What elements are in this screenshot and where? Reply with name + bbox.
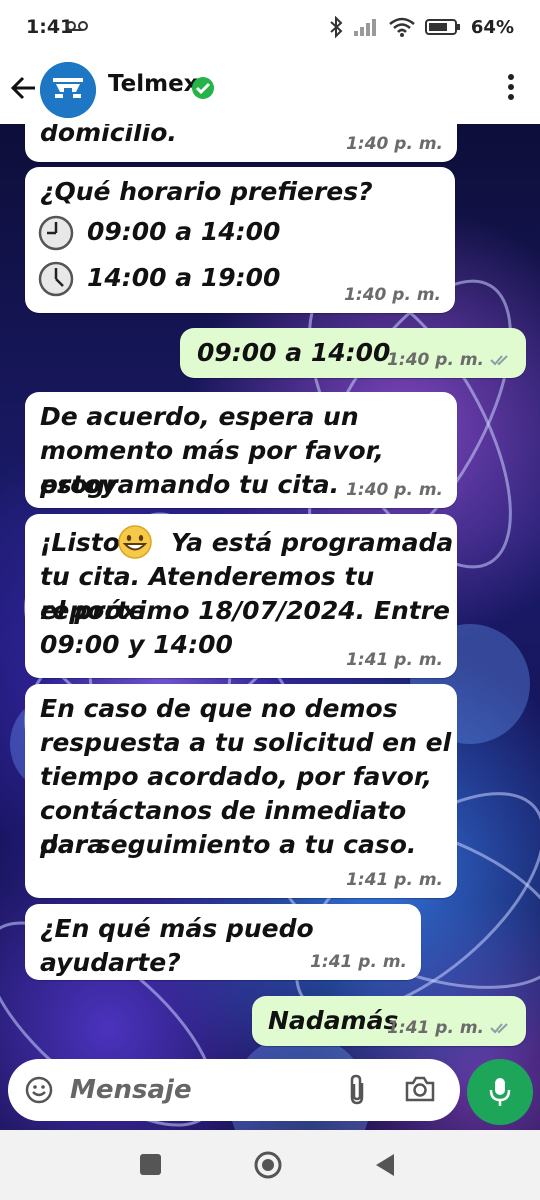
voicemail-icon — [66, 21, 88, 31]
message-text: domicilio. — [40, 124, 177, 147]
back-triangle-icon[interactable] — [374, 1152, 396, 1178]
status-icons: 64% — [329, 16, 514, 38]
message-time: 1:41 p. m. — [346, 650, 443, 670]
message-text: ¿Qué horario prefieres? — [40, 177, 373, 206]
battery-percentage: 64% — [470, 16, 514, 38]
chat-area[interactable]: domicilio. 1:40 p. m. ¿Qué horario prefi… — [0, 124, 540, 1130]
message-time: 1:41 p. m. — [387, 1018, 512, 1038]
status-bar: 1:41 64% — [0, 0, 540, 58]
message-text: respuesta a tu solicitud en el — [40, 728, 452, 757]
message-text: Ya está programada — [171, 528, 454, 557]
read-ticks-icon — [490, 1023, 508, 1034]
message-text: 09:00 a 14:00 — [197, 338, 391, 367]
more-vertical-icon[interactable] — [506, 72, 516, 102]
message-bubble-incoming[interactable]: ¡Listo! Ya está programada tu cita. Aten… — [25, 514, 457, 678]
microphone-button[interactable] — [467, 1059, 533, 1125]
bluetooth-icon — [330, 16, 343, 38]
message-time: 1:41 p. m. — [310, 952, 407, 972]
message-time: 1:40 p. m. — [346, 480, 443, 500]
message-time: 1:41 p. m. — [346, 870, 443, 890]
avatar[interactable] — [40, 62, 96, 118]
message-bubble-outgoing[interactable]: Nadamás 1:41 p. m. — [252, 996, 526, 1046]
telmex-logo-icon — [40, 62, 96, 118]
message-text: 09:00 y 14:00 — [40, 630, 233, 659]
message-input[interactable]: Mensaje — [70, 1075, 192, 1105]
clock-icon — [38, 261, 74, 297]
paperclip-icon[interactable] — [344, 1073, 370, 1107]
chat-header: Telmex — [0, 58, 540, 124]
verified-badge-icon — [192, 77, 214, 99]
message-text: tiempo acordado, por favor, — [40, 762, 433, 791]
system-navigation-bar — [0, 1130, 540, 1200]
message-time: 1:40 p. m. — [344, 285, 441, 305]
microphone-icon — [489, 1078, 511, 1106]
message-text: el próximo 18/07/2024. Entre — [40, 596, 450, 625]
message-bubble-incoming[interactable]: domicilio. 1:40 p. m. — [25, 124, 457, 162]
message-bubble-incoming[interactable]: De acuerdo, espera un momento más por fa… — [25, 392, 457, 508]
recents-button[interactable] — [140, 1154, 161, 1175]
signal-icon — [353, 19, 376, 36]
message-time: 1:40 p. m. — [346, 134, 443, 154]
message-text: Nadamás — [268, 1006, 399, 1035]
emoji-icon[interactable] — [24, 1075, 54, 1105]
read-ticks-icon — [490, 355, 508, 366]
message-bubble-incoming[interactable]: En caso de que no demos respuesta a tu s… — [25, 684, 457, 898]
home-button-icon[interactable] — [253, 1150, 283, 1180]
camera-icon[interactable] — [404, 1075, 436, 1103]
message-text: 09:00 a 14:00 — [87, 217, 281, 246]
message-bubble-incoming[interactable]: ¿En qué más puedo ayudarte? 1:41 p. m. — [25, 904, 421, 980]
message-text: En caso de que no demos — [40, 694, 398, 723]
clock-icon — [38, 215, 74, 251]
contact-name[interactable]: Telmex — [108, 71, 199, 97]
wifi-icon — [389, 17, 415, 37]
message-text: 14:00 a 19:00 — [87, 263, 281, 292]
message-bubble-incoming[interactable]: ¿Qué horario prefieres? 09:00 a 14:00 14… — [25, 167, 455, 313]
message-text: dar seguimiento a tu caso. — [40, 830, 417, 859]
message-composer[interactable]: Mensaje — [8, 1059, 460, 1121]
message-bubble-outgoing[interactable]: 09:00 a 14:00 1:40 p. m. — [180, 328, 526, 378]
arrow-left-icon[interactable] — [10, 74, 38, 102]
battery-icon — [424, 19, 460, 35]
message-text: programando tu cita. — [40, 470, 340, 499]
message-text: De acuerdo, espera un — [40, 402, 359, 431]
grinning-face-icon — [118, 525, 152, 559]
message-time: 1:40 p. m. — [387, 350, 512, 370]
